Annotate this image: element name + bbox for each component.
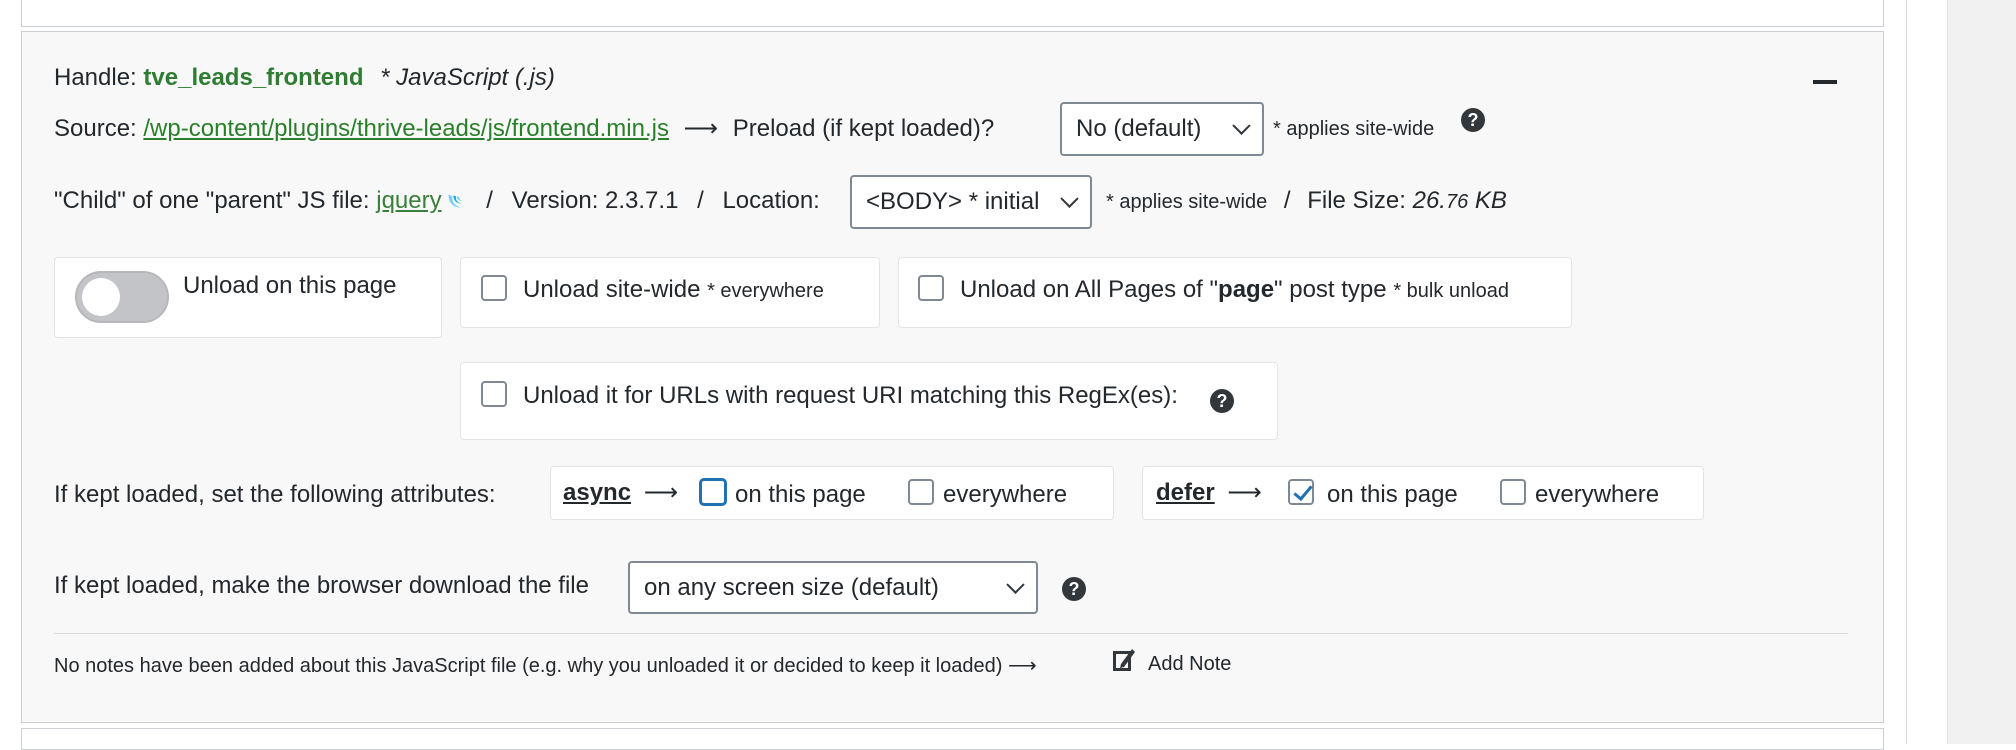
defer-label: defer [1156,479,1215,506]
meta-right: * applies site-wide / File Size: 26.76 K… [1106,187,1507,215]
meta-sep-2: / [697,187,704,214]
handle-row: Handle: tve_leads_frontend * JavaScript … [54,64,555,92]
defer-on-page-checkbox[interactable] [1288,479,1314,505]
source-row: Source: /wp-content/plugins/thrive-leads… [54,114,994,143]
unload-post-type-note: * bulk unload [1393,280,1509,302]
preload-note: * applies site-wide [1273,118,1435,140]
location-select-value: <BODY> * initial [866,188,1040,215]
help-icon[interactable]: ? [1461,108,1485,132]
download-label: If kept loaded, make the browser downloa… [54,572,589,599]
unload-site-wide-text: Unload site-wide * everywhere [523,276,824,304]
file-size-unit: KB [1474,187,1507,214]
async-everywhere-checkbox[interactable] [908,479,934,505]
divider [54,633,1848,634]
async-everywhere-label: everywhere [943,481,1068,508]
attributes-intro: If kept loaded, set the following attrib… [54,481,496,508]
unload-post-type-prefix: Unload on All Pages of " [960,276,1219,303]
async-on-page-label: on this page [735,481,866,508]
defer-everywhere-label: everywhere [1535,481,1660,508]
defer-heading: defer ⟶ [1156,478,1262,507]
help-icon[interactable]: ? [1210,389,1234,413]
parent-jquery-link[interactable]: jquery [376,187,441,214]
unload-site-wide-note: * everywhere [707,280,824,302]
child-of-label: "Child" of one "parent" JS file: [54,187,370,214]
unload-regex-checkbox[interactable] [481,381,507,407]
location-label: Location: [722,187,820,214]
unload-regex-label: Unload it for URLs with request URI matc… [523,382,1178,409]
meta-sep-3: / [1283,187,1291,214]
handle-type: * JavaScript (.js) [380,64,555,91]
meta-sep-1: / [486,187,493,214]
handle-name: tve_leads_frontend [143,64,364,91]
jquery-icon [448,194,463,208]
unload-on-page-label: Unload on this page [183,272,397,299]
preload-select-value: No (default) [1076,115,1202,142]
download-select[interactable]: on any screen size (default) [628,561,1038,614]
chevron-down-icon [1060,189,1079,208]
add-note-link[interactable]: Add Note [1148,653,1231,676]
source-arrow: ⟶ [683,115,719,142]
source-label: Source: [54,115,137,142]
chevron-down-icon [1232,116,1251,135]
source-path-link[interactable]: /wp-content/plugins/thrive-leads/js/fron… [143,115,669,142]
async-label: async [563,479,632,506]
note-icon[interactable] [1112,646,1136,673]
defer-everywhere-checkbox[interactable] [1500,479,1526,505]
post-type-name: page [1218,276,1275,303]
unload-on-page-toggle[interactable] [75,271,169,323]
previous-asset-card [21,0,1884,27]
file-size-label: File Size: [1307,187,1406,214]
defer-on-page-label: on this page [1327,481,1458,508]
unload-post-type-suffix: " post type [1274,276,1387,303]
preload-select[interactable]: No (default) [1060,102,1264,156]
chevron-down-icon [1006,575,1025,594]
meta-row: "Child" of one "parent" JS file: jquery … [54,187,820,215]
file-size-main: 26. [1412,187,1446,214]
async-on-page-checkbox[interactable] [700,479,726,505]
notes-text: No notes have been added about this Java… [54,655,1037,677]
location-select[interactable]: <BODY> * initial [850,175,1092,229]
unload-post-type-text: Unload on All Pages of "page" post type … [960,276,1509,304]
defer-arrow: ⟶ [1227,479,1262,506]
async-arrow: ⟶ [643,479,679,506]
file-size-decimals: 76 [1445,191,1469,213]
file-size-value: 26.76 KB [1413,187,1507,214]
toggle-knob [82,278,120,316]
right-gutter [1906,0,2016,744]
unload-site-wide-label: Unload site-wide [523,276,701,303]
version-label: Version: 2.3.7.1 [511,187,679,214]
next-asset-card [21,728,1884,750]
help-icon[interactable]: ? [1062,577,1086,601]
handle-label: Handle: [54,64,137,91]
async-heading: async ⟶ [563,478,678,507]
preload-label: Preload (if kept loaded)? [732,115,995,142]
unload-site-wide-checkbox[interactable] [481,275,507,301]
collapse-icon[interactable] [1813,80,1837,84]
unload-post-type-checkbox[interactable] [918,275,944,301]
download-select-value: on any screen size (default) [644,573,939,601]
location-note: * applies site-wide [1106,191,1268,213]
